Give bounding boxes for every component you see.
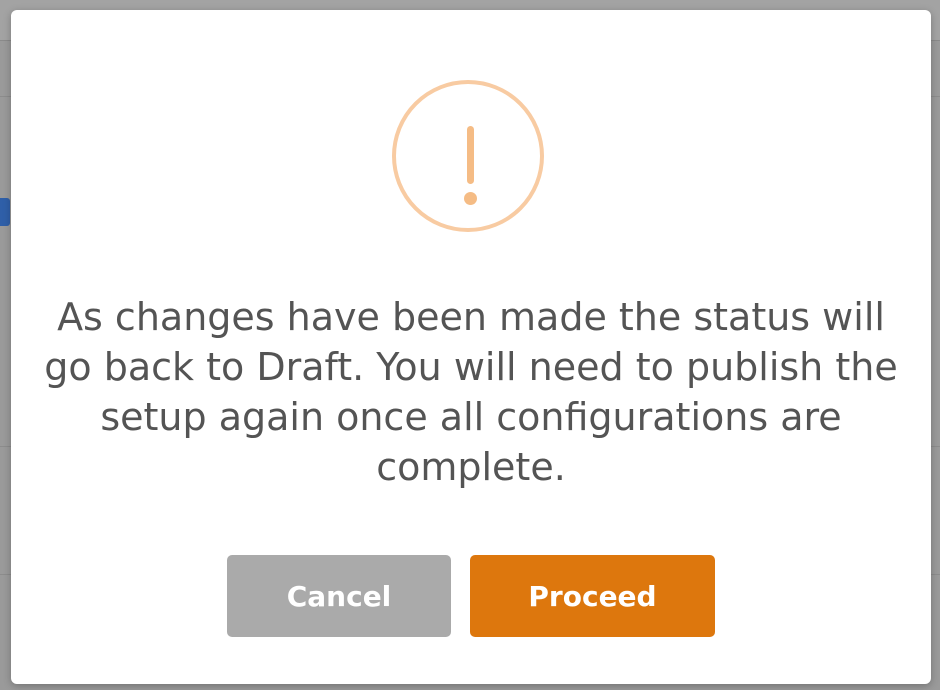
exclamation-dot [464, 192, 477, 205]
dialog-message: As changes have been made the status wil… [44, 295, 898, 489]
background-dropdown-indicator [0, 198, 10, 226]
exclamation-bar [467, 126, 474, 184]
confirmation-dialog: As changes have been made the status wil… [11, 10, 931, 684]
proceed-button[interactable]: Proceed [470, 555, 715, 637]
cancel-button[interactable]: Cancel [227, 555, 451, 637]
warning-exclamation-icon [392, 80, 544, 232]
